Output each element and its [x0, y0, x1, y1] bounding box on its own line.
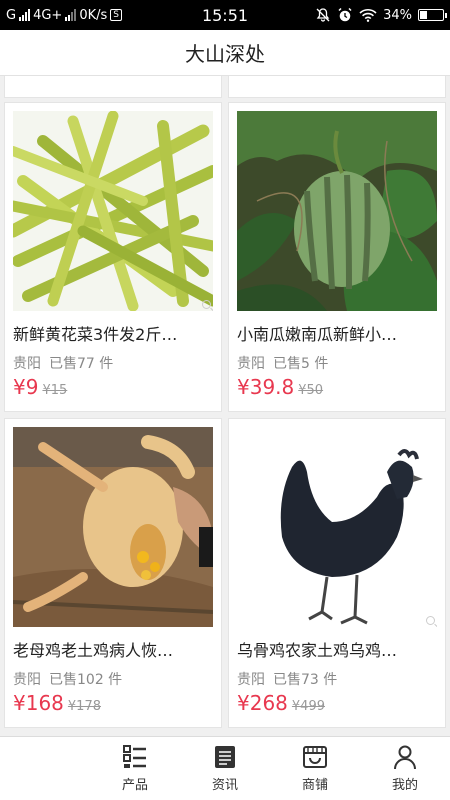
product-meta: 贵阳 已售77 件: [13, 353, 113, 373]
product-old-price: ¥15: [42, 383, 68, 398]
product-location: 贵阳: [237, 356, 265, 372]
product-card[interactable]: 小南瓜嫩南瓜新鲜小… 贵阳 已售5 件 ¥39.8 ¥50: [228, 102, 446, 412]
mute-icon: [316, 8, 330, 22]
signal-icon: [19, 9, 31, 21]
tab-shop[interactable]: 商铺: [270, 737, 360, 800]
product-card[interactable]: 新鲜黄花菜3件发2斤… 贵阳 已售77 件 ¥9 ¥15: [4, 102, 222, 412]
pumpkin-image[interactable]: [237, 111, 437, 311]
product-title[interactable]: 新鲜黄花菜3件发2斤…: [13, 321, 213, 345]
product-price: ¥168: [13, 691, 64, 715]
tab-label: 商铺: [301, 778, 328, 793]
product-card-partial[interactable]: [4, 76, 222, 98]
list-icon: [123, 745, 146, 768]
product-price: ¥39.8: [237, 375, 295, 399]
price-row: ¥268 ¥499: [237, 691, 325, 715]
product-price: ¥9: [13, 375, 39, 399]
black-chicken-image[interactable]: [237, 427, 437, 627]
product-sold: 已售102 件: [49, 672, 123, 688]
product-list[interactable]: 新鲜黄花菜3件发2斤… 贵阳 已售77 件 ¥9 ¥15 小南瓜嫩南瓜新鲜小… …: [0, 76, 450, 736]
status-left: G 4G+ 0K/s S: [6, 8, 176, 23]
product-price: ¥268: [237, 691, 288, 715]
speed-badge-icon: S: [110, 9, 122, 21]
product-card[interactable]: 乌骨鸡农家土鸡乌鸡… 贵阳 已售73 件 ¥268 ¥499: [228, 418, 446, 728]
product-old-price: ¥50: [298, 383, 324, 398]
price-row: ¥9 ¥15: [13, 375, 67, 399]
tab-products[interactable]: 产品: [90, 737, 180, 800]
tab-mine[interactable]: 我的: [360, 737, 450, 800]
zoom-icon: [202, 300, 211, 309]
product-meta: 贵阳 已售5 件: [237, 353, 328, 373]
tab-label: 产品: [121, 778, 148, 793]
product-title[interactable]: 老母鸡老土鸡病人恢…: [13, 637, 213, 661]
product-location: 贵阳: [13, 672, 41, 688]
network-type: 4G+: [33, 7, 63, 23]
product-meta: 贵阳 已售102 件: [13, 669, 122, 689]
wifi-icon: [359, 9, 377, 22]
product-sold: 已售5 件: [273, 356, 329, 372]
product-card[interactable]: 老母鸡老土鸡病人恢… 贵阳 已售102 件 ¥168 ¥178: [4, 418, 222, 728]
news-icon: [215, 746, 235, 768]
product-meta: 贵阳 已售73 件: [237, 669, 337, 689]
product-location: 贵阳: [13, 356, 41, 372]
daylily-image[interactable]: [13, 111, 213, 311]
product-title[interactable]: 小南瓜嫩南瓜新鲜小…: [237, 321, 437, 345]
status-bar: G 4G+ 0K/s S 15:51 34%: [0, 0, 450, 30]
user-icon: [394, 745, 416, 770]
product-title[interactable]: 乌骨鸡农家土鸡乌鸡…: [237, 637, 437, 661]
carrier-label: G: [6, 7, 17, 23]
tab-label: 资讯: [211, 778, 238, 793]
price-row: ¥168 ¥178: [13, 691, 101, 715]
battery-percent: 34%: [383, 7, 412, 23]
status-right: 34%: [315, 7, 447, 23]
app-header: 大山深处: [0, 30, 450, 76]
page-title: 大山深处: [185, 42, 265, 66]
product-card-partial[interactable]: [228, 76, 446, 98]
zoom-icon: [426, 616, 435, 625]
tab-news[interactable]: 资讯: [180, 737, 270, 800]
battery-icon: [418, 9, 447, 21]
battery-fill: [420, 11, 427, 19]
tab-label: 我的: [391, 778, 418, 793]
signal-secondary-icon: [65, 9, 77, 21]
bottom-tab-bar: 产品 资讯 商铺 我的: [0, 736, 450, 800]
alarm-icon: [338, 7, 352, 22]
shop-icon: [303, 746, 327, 768]
network-speed: 0K/s: [79, 7, 108, 23]
product-grid: 新鲜黄花菜3件发2斤… 贵阳 已售77 件 ¥9 ¥15 小南瓜嫩南瓜新鲜小… …: [4, 102, 446, 728]
product-old-price: ¥499: [291, 699, 325, 714]
product-sold: 已售73 件: [273, 672, 338, 688]
product-old-price: ¥178: [67, 699, 101, 714]
chicken-image[interactable]: [13, 427, 213, 627]
product-sold: 已售77 件: [49, 356, 114, 372]
product-location: 贵阳: [237, 672, 265, 688]
previous-row: [0, 76, 450, 98]
price-row: ¥39.8 ¥50: [237, 375, 323, 399]
